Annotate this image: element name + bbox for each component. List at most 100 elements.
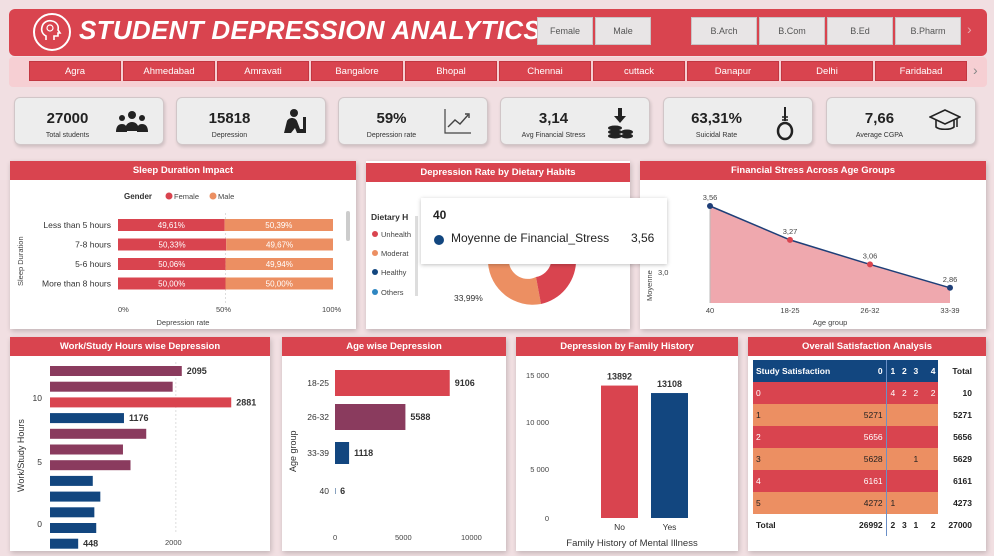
kpi-total-students: 27000 Total students bbox=[14, 97, 164, 145]
city-button[interactable]: Ahmedabad bbox=[123, 61, 215, 81]
brain-head-icon bbox=[33, 13, 71, 51]
table-cell bbox=[898, 492, 910, 514]
city-button[interactable]: Chennai bbox=[499, 61, 591, 81]
data-point[interactable] bbox=[867, 261, 873, 268]
y-axis-title: Moyenne bbox=[645, 270, 654, 301]
kpi-depression-rate: 59% Depression rate bbox=[338, 97, 488, 145]
bar[interactable] bbox=[50, 460, 131, 471]
city-button[interactable]: Bangalore bbox=[311, 61, 403, 81]
bar[interactable] bbox=[50, 444, 123, 455]
kpi-value: 3,14 bbox=[538, 110, 569, 127]
city-button[interactable]: Delhi bbox=[781, 61, 873, 81]
tooltip-value: 3,56 bbox=[631, 231, 655, 245]
degree-barch-button[interactable]: B.Arch bbox=[691, 17, 757, 45]
bar[interactable] bbox=[335, 370, 450, 396]
table-cell: 2 bbox=[921, 382, 939, 404]
x-axis-title: Age group bbox=[813, 318, 848, 327]
y-tick: 10 bbox=[33, 393, 43, 403]
data-label: 448 bbox=[83, 539, 98, 549]
money-down-icon bbox=[608, 108, 633, 139]
table-cell: 1 bbox=[753, 404, 844, 426]
work-study-panel: Work/Study Hours wise Depression Work/St… bbox=[10, 337, 270, 551]
x-tick: 10000 bbox=[461, 533, 482, 542]
bar[interactable] bbox=[335, 404, 406, 430]
x-tick: 2000 bbox=[165, 538, 182, 547]
chevron-right-icon[interactable]: › bbox=[973, 62, 978, 78]
table-cell: 2 bbox=[898, 360, 910, 382]
sleep-duration-panel: Sleep Duration Impact Gender Female Male… bbox=[10, 161, 356, 329]
gender-male-button[interactable]: Male bbox=[595, 17, 651, 45]
legend-title: Gender bbox=[124, 192, 152, 201]
x-tick: 26-32 bbox=[860, 306, 879, 315]
data-label: 50,39% bbox=[265, 221, 292, 230]
bar[interactable] bbox=[50, 381, 173, 392]
scrollbar[interactable] bbox=[346, 211, 350, 241]
bar[interactable] bbox=[601, 385, 638, 518]
kpi-label: Total students bbox=[45, 132, 90, 139]
bar[interactable] bbox=[50, 507, 95, 518]
table-row[interactable]: 2 5656 5656 bbox=[753, 426, 975, 448]
degree-bcom-button[interactable]: B.Com bbox=[759, 17, 825, 45]
table-cell bbox=[909, 470, 922, 492]
table-cell bbox=[898, 404, 910, 426]
table-cell bbox=[921, 404, 939, 426]
table-cell: 27000 bbox=[938, 514, 975, 536]
donut-slice-unhealthy[interactable] bbox=[536, 263, 576, 304]
people-group-icon bbox=[116, 111, 148, 132]
bar[interactable] bbox=[335, 488, 336, 494]
gender-female-button[interactable]: Female bbox=[537, 17, 593, 45]
table-row[interactable]: 5 4272 1 4273 bbox=[753, 492, 975, 514]
legend-label: Moderat bbox=[381, 249, 409, 258]
donut-slice-moderate[interactable] bbox=[488, 263, 541, 305]
bar[interactable] bbox=[50, 491, 101, 502]
bar[interactable] bbox=[50, 523, 97, 533]
city-button[interactable]: Amravati bbox=[217, 61, 309, 81]
table-total-row[interactable]: Total 26992 2 3 1 2 27000 bbox=[753, 514, 975, 536]
table-row[interactable]: 4 6161 6161 bbox=[753, 470, 975, 492]
city-button[interactable]: Danapur bbox=[687, 61, 779, 81]
scrollbar[interactable] bbox=[415, 216, 418, 296]
bar[interactable] bbox=[50, 366, 182, 376]
slice-label: 33,99% bbox=[454, 293, 483, 303]
city-button[interactable]: Agra bbox=[29, 61, 121, 81]
bar[interactable] bbox=[50, 413, 124, 424]
x-tick: 40 bbox=[706, 306, 714, 315]
table-cell: 1 bbox=[886, 360, 899, 382]
legend-male-label: Male bbox=[218, 192, 234, 201]
x-tick: 50% bbox=[216, 305, 231, 314]
satisfaction-table[interactable]: Study Satisfaction 0 1 2 3 4 Total 0 4 2 2 2 10 1 5271… bbox=[753, 360, 975, 536]
city-slicer: Agra Ahmedabad Amravati Bangalore Bhopal… bbox=[9, 57, 987, 87]
bar[interactable] bbox=[50, 428, 147, 439]
table-cell: 2 bbox=[921, 514, 939, 536]
y-axis-title: Work/Study Hours bbox=[16, 419, 26, 492]
city-button[interactable]: Bhopal bbox=[405, 61, 497, 81]
data-point[interactable] bbox=[947, 284, 953, 291]
data-point[interactable] bbox=[787, 236, 793, 243]
bar[interactable] bbox=[335, 442, 350, 464]
bar[interactable] bbox=[50, 538, 79, 549]
work-study-bar-chart[interactable]: Work/Study Hours 10 5 0 0 2000 209528811… bbox=[10, 337, 270, 551]
age-depression-bar-chart[interactable]: Age group 0 5000 10000 18-25 9106 26-32 558… bbox=[282, 337, 506, 551]
table-cell bbox=[921, 470, 939, 492]
data-label: 13108 bbox=[657, 379, 682, 389]
table-cell: 5629 bbox=[938, 448, 975, 470]
table-row[interactable]: 0 4 2 2 2 10 bbox=[753, 382, 975, 404]
sleep-duration-chart[interactable]: Gender Female Male Sleep Duration Depres… bbox=[10, 161, 356, 329]
table-cell bbox=[909, 404, 922, 426]
table-row[interactable]: 1 5271 5271 bbox=[753, 404, 975, 426]
table-row[interactable]: 3 5628 1 5629 bbox=[753, 448, 975, 470]
degree-bpharm-button[interactable]: B.Pharm bbox=[895, 17, 961, 45]
financial-stress-area-chart[interactable]: Moyenne 3,0 Age group 3,56 40 3,27 18-25 3,0… bbox=[640, 161, 986, 329]
bar[interactable] bbox=[50, 397, 232, 408]
table-header[interactable]: Study Satisfaction 0 1 2 3 4 Total bbox=[753, 360, 975, 382]
bar[interactable] bbox=[50, 475, 93, 486]
table-cell bbox=[886, 426, 899, 448]
city-button[interactable]: Faridabad bbox=[875, 61, 967, 81]
table-cell: 26992 bbox=[843, 514, 887, 536]
family-history-bar-chart[interactable]: 15 000 10 000 5 000 0 Family History of … bbox=[516, 337, 738, 551]
chevron-right-icon[interactable]: › bbox=[967, 21, 972, 37]
data-point[interactable] bbox=[707, 203, 713, 209]
bar[interactable] bbox=[651, 393, 688, 518]
city-button[interactable]: cuttack bbox=[593, 61, 685, 81]
degree-bed-button[interactable]: B.Ed bbox=[827, 17, 893, 45]
